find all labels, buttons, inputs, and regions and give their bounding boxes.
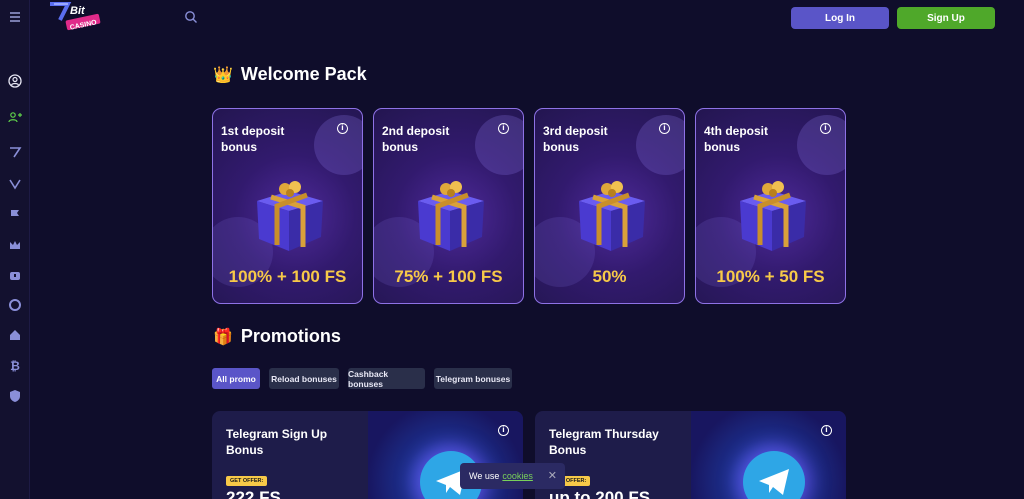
close-icon[interactable]: ✕ (548, 469, 557, 482)
bonus-card-title: 4th deposit bonus (704, 124, 769, 154)
welcome-pack-title: Welcome Pack (240, 64, 367, 84)
cookies-link[interactable]: cookies (502, 471, 533, 481)
bonus-card-3[interactable]: 3rd deposit bonus i 50% (534, 108, 685, 304)
welcome-pack-heading: 👑 Welcome Pack (213, 64, 367, 85)
offer-badge: GET OFFER: (226, 476, 268, 486)
7bit-icon[interactable] (6, 143, 24, 161)
add-user-icon[interactable] (6, 108, 24, 126)
info-icon[interactable]: i (659, 123, 670, 134)
home-icon[interactable] (6, 326, 24, 344)
info-icon[interactable]: i (498, 425, 509, 436)
gift-icon (579, 181, 645, 251)
promo-card-telegram-thursday[interactable]: Telegram Thursday Bonus GET OFFER: up to… (535, 411, 846, 499)
cookie-text: We use (469, 471, 500, 481)
bonus-value: 75% + 100 FS (394, 267, 503, 286)
bonus-card-title: 3rd deposit bonus (543, 124, 608, 154)
cookie-banner: We use cookies ✕ (460, 463, 565, 489)
promotions-title: Promotions (240, 326, 341, 346)
filter-reload-bonuses[interactable]: Reload bonuses (269, 368, 339, 389)
bitcoin-icon[interactable]: ₿ (6, 357, 24, 375)
gift-emoji-icon: 🎁 (213, 328, 233, 346)
offer-value: 222 FS (226, 488, 281, 499)
shield-icon[interactable] (6, 387, 24, 405)
bonus-card-1[interactable]: 1st deposit bonus i 100% + 100 FS (212, 108, 363, 304)
logo[interactable]: Bit CASINO (46, 0, 106, 34)
filter-telegram-bonuses[interactable]: Telegram bonuses (434, 368, 512, 389)
promotions-heading: 🎁 Promotions (213, 326, 341, 347)
login-button[interactable]: Log In (791, 7, 889, 29)
menu-icon[interactable] (6, 8, 24, 26)
bonus-card-title: 2nd deposit bonus (382, 124, 450, 154)
bonus-value: 100% + 50 FS (716, 267, 825, 286)
info-icon[interactable]: i (337, 123, 348, 134)
user-circle-icon[interactable] (6, 72, 24, 90)
tournament-icon[interactable] (6, 175, 24, 193)
bonus-card-title: 1st deposit bonus (221, 124, 285, 154)
signup-button[interactable]: Sign Up (897, 7, 995, 29)
info-icon[interactable]: i (498, 123, 509, 134)
bonus-value: 50% (592, 267, 627, 286)
bonus-card-2[interactable]: 2nd deposit bonus i 75% + 100 FS (373, 108, 524, 304)
filter-all-promo[interactable]: All promo (212, 368, 260, 389)
chest-icon[interactable] (6, 266, 24, 284)
lifebuoy-icon[interactable] (6, 296, 24, 314)
promo-title: Telegram Thursday Bonus (549, 427, 659, 457)
svg-text:Bit: Bit (70, 5, 86, 17)
sidebar: ₿ (0, 0, 30, 499)
crown-emoji-icon: 👑 (213, 66, 233, 84)
gift-icon (418, 181, 484, 251)
info-icon[interactable]: i (821, 425, 832, 436)
promo-image (691, 411, 846, 499)
bonus-card-4[interactable]: 4th deposit bonus i 100% + 50 FS (695, 108, 846, 304)
bonus-value: 100% + 100 FS (228, 267, 347, 286)
gift-icon (257, 181, 323, 251)
search-icon[interactable] (184, 10, 198, 24)
offer-value: up to 200 FS (549, 488, 651, 499)
flag-icon[interactable] (6, 206, 24, 224)
promo-title: Telegram Sign Up Bonus (226, 427, 328, 457)
telegram-icon (743, 451, 805, 499)
gift-icon (740, 181, 806, 251)
info-icon[interactable]: i (820, 123, 831, 134)
crown-icon[interactable] (6, 236, 24, 254)
filter-cashback-bonuses[interactable]: Cashback bonuses (348, 368, 425, 389)
